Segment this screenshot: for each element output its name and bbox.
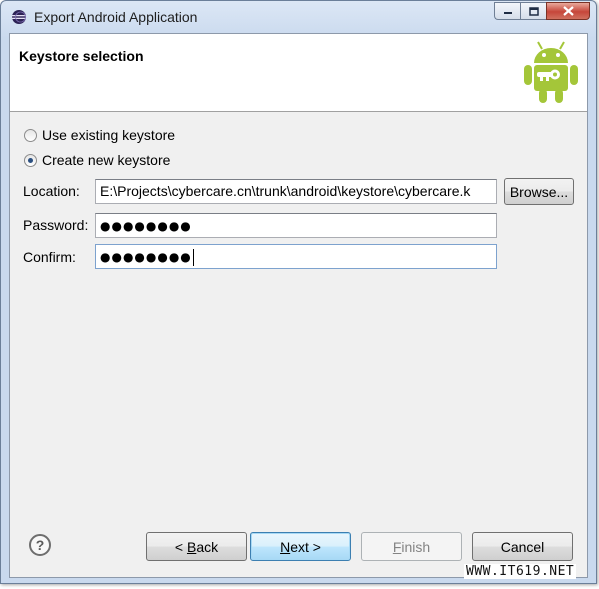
next-rest: ext > [290, 538, 321, 555]
maximize-button[interactable] [520, 2, 546, 20]
back-mnemonic: B [186, 538, 197, 555]
finish-rest: inish [401, 538, 431, 555]
back-button[interactable]: < Back [146, 532, 247, 561]
password-label: Password: [23, 217, 89, 233]
close-icon [562, 6, 574, 16]
eclipse-icon [12, 10, 26, 24]
browse-button[interactable]: Browse... [504, 178, 574, 205]
help-icon[interactable]: ? [29, 534, 51, 556]
android-robot-icon [524, 41, 578, 103]
window-controls [494, 2, 590, 20]
back-prefix: < [174, 538, 187, 555]
finish-mnemonic: F [392, 538, 402, 555]
watermark-text: WWW.IT619.NET [464, 564, 577, 579]
next-button[interactable]: Next > [250, 532, 351, 561]
use-existing-label: Use existing keystore [42, 127, 176, 143]
wizard-header: Keystore selection [10, 34, 587, 112]
next-mnemonic: N [280, 538, 291, 555]
maximize-icon [528, 6, 539, 16]
minimize-button[interactable] [494, 2, 520, 20]
title-bar[interactable]: Export Android Application [1, 1, 598, 33]
location-label: Location: [23, 183, 80, 199]
close-button[interactable] [546, 2, 590, 20]
text-cursor [192, 249, 194, 266]
dialog-client-area: Keystore selection Use existing keystore… [9, 33, 588, 578]
confirm-value: ●●●●●●●● [100, 250, 192, 264]
back-rest: ack [196, 538, 219, 555]
window-title: Export Android Application [34, 9, 198, 25]
location-field[interactable]: E:\Projects\cybercare.cn\trunk\android\k… [95, 179, 497, 204]
create-new-keystore-option[interactable]: Create new keystore [24, 152, 170, 168]
cancel-button[interactable]: Cancel [472, 532, 573, 561]
confirm-label: Confirm: [23, 249, 76, 265]
create-new-radio[interactable] [24, 153, 37, 167]
dialog-window: Export Android Application Keystore sele… [0, 0, 597, 584]
use-existing-keystore-option[interactable]: Use existing keystore [24, 127, 175, 143]
confirm-field[interactable]: ●●●●●●●● [95, 244, 497, 269]
finish-button[interactable]: Finish [361, 532, 462, 561]
use-existing-radio[interactable] [24, 128, 37, 142]
create-new-label: Create new keystore [42, 152, 171, 168]
page-title: Keystore selection [19, 48, 144, 64]
password-field[interactable]: ●●●●●●●● [95, 213, 497, 238]
minimize-icon [503, 12, 512, 14]
